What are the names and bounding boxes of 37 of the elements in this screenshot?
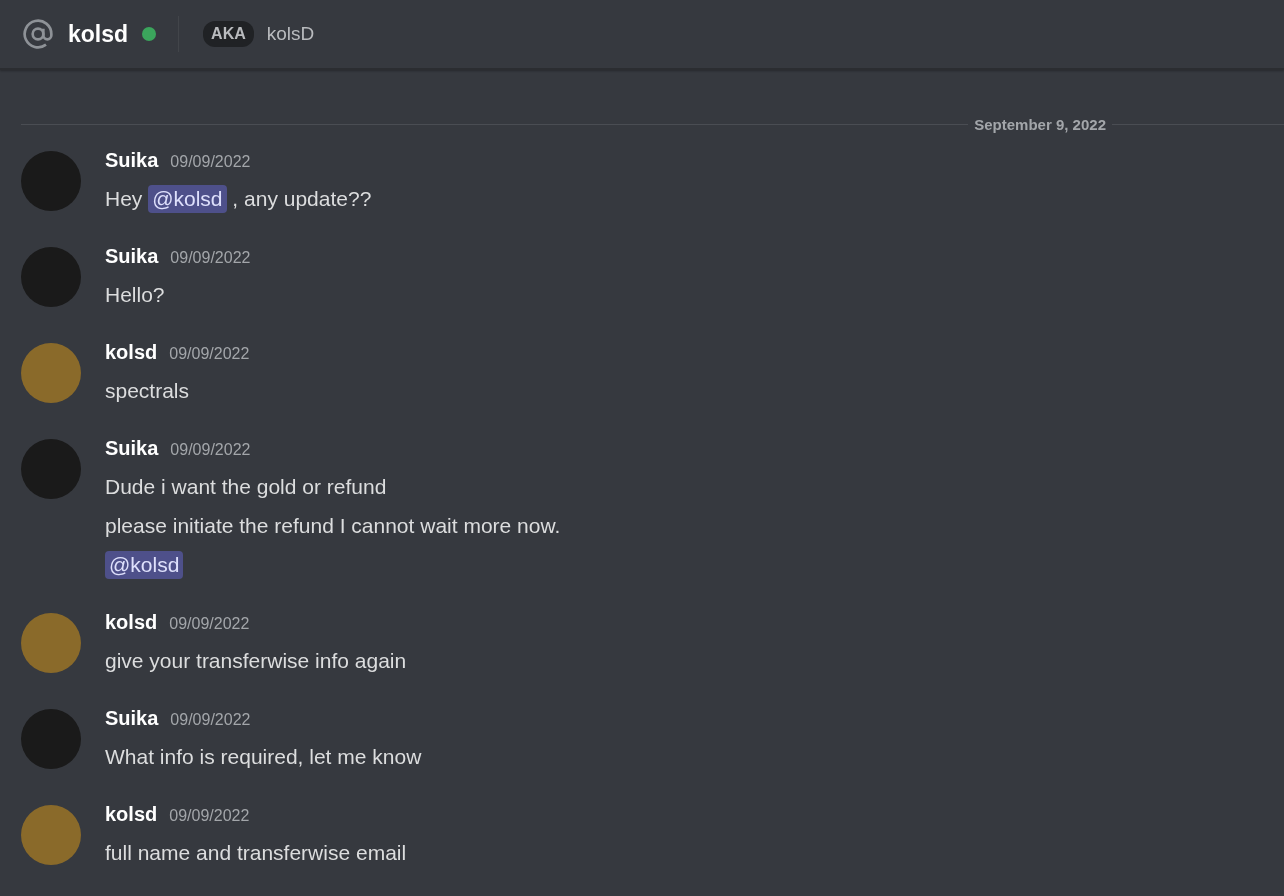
channel-name: kolsd	[68, 20, 129, 48]
author-name[interactable]: kolsd	[105, 803, 158, 826]
timestamp: 09/09/2022	[170, 153, 251, 171]
message-text: full name and transferwise email	[105, 840, 407, 866]
timestamp: 09/09/2022	[169, 615, 250, 633]
message-text: spectrals	[105, 378, 190, 404]
message-text: What info is required, let me know	[105, 744, 422, 770]
timestamp: 09/09/2022	[169, 345, 250, 363]
alias-name: kolsD	[266, 23, 315, 45]
timestamp: 09/09/2022	[170, 711, 251, 729]
timestamp: 09/09/2022	[170, 441, 251, 459]
author-name[interactable]: Suika	[105, 149, 159, 172]
avatar-photo-placeholder[interactable]	[21, 439, 81, 499]
timestamp: 09/09/2022	[170, 249, 251, 267]
message-text: please initiate the refund I cannot wait more now.	[105, 513, 561, 539]
message-text: give your transferwise info again	[105, 648, 407, 674]
message-text: Dude i want the gold or refund	[105, 474, 387, 500]
message-text: , any update??	[231, 186, 372, 212]
message-text: Hello?	[105, 282, 165, 308]
author-name[interactable]: Suika	[105, 245, 159, 268]
avatar-photo-placeholder[interactable]	[21, 613, 81, 673]
author-name[interactable]: Suika	[105, 707, 159, 730]
avatar-photo-placeholder[interactable]	[21, 343, 81, 403]
avatar-photo-placeholder[interactable]	[21, 151, 81, 211]
user-mention[interactable]: @kolsd	[148, 184, 227, 213]
at-sign-icon	[22, 18, 54, 50]
author-name[interactable]: Suika	[105, 437, 159, 460]
avatar-photo-placeholder[interactable]	[21, 709, 81, 769]
message-text: Hey	[105, 186, 144, 212]
user-mention[interactable]: @kolsd	[105, 550, 184, 579]
avatar-photo-placeholder[interactable]	[21, 247, 81, 307]
author-name[interactable]: kolsd	[105, 611, 158, 634]
author-name[interactable]: kolsd	[105, 341, 158, 364]
aka-badge: AKA	[203, 21, 254, 47]
date-divider: September 9, 2022	[973, 116, 1107, 133]
timestamp: 09/09/2022	[169, 807, 250, 825]
avatar-photo-placeholder[interactable]	[21, 805, 81, 865]
